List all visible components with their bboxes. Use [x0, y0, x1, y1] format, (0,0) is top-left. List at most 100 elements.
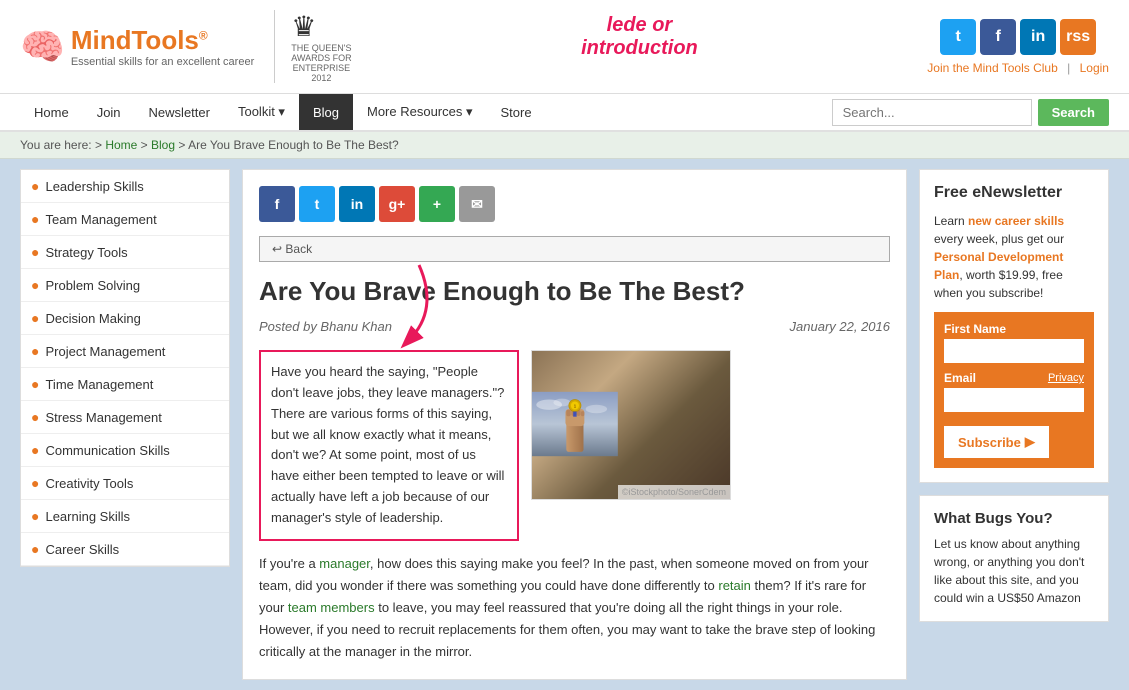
sidebar-item-leadership-skills[interactable]: ● Leadership Skills	[21, 170, 229, 203]
sidebar-label: Strategy Tools	[45, 245, 127, 260]
nav-blog[interactable]: Blog	[299, 94, 353, 130]
new-career-skills-link[interactable]: new career skills	[968, 214, 1064, 228]
sidebar-label: Project Management	[45, 344, 165, 359]
main-layout: ● Leadership Skills ● Team Management ● …	[0, 159, 1129, 690]
bullet-icon: ●	[31, 343, 39, 359]
privacy-link[interactable]: Privacy	[1048, 372, 1084, 384]
login-link[interactable]: Login	[1080, 61, 1109, 75]
logo-brand: MindTools®	[71, 25, 254, 56]
newsletter-form: First Name Email Privacy Subscribe ▶	[934, 312, 1094, 468]
whats-wrong-box: What Bugs You? Let us know about anythin…	[919, 495, 1109, 622]
breadcrumb-current: Are You Brave Enough to Be The Best?	[188, 138, 399, 152]
article-author: Posted by Bhanu Khan	[259, 319, 392, 334]
search-button[interactable]: Search	[1038, 99, 1109, 126]
rss-icon[interactable]: rss	[1060, 19, 1096, 55]
twitter-icon[interactable]: t	[940, 19, 976, 55]
sidebar-item-learning-skills[interactable]: ● Learning Skills	[21, 500, 229, 533]
sidebar-item-stress-management[interactable]: ● Stress Management	[21, 401, 229, 434]
sidebar-item-problem-solving[interactable]: ● Problem Solving	[21, 269, 229, 302]
sidebar-label: Team Management	[45, 212, 156, 227]
bullet-icon: ●	[31, 541, 39, 557]
email-input[interactable]	[944, 388, 1084, 412]
logo-mind: Mind	[71, 25, 132, 55]
article-title: Are You Brave Enough to Be The Best?	[259, 276, 890, 307]
first-name-input[interactable]	[944, 339, 1084, 363]
logo[interactable]: 🧠 MindTools® Essential skills for an exc…	[20, 25, 254, 68]
sidebar-item-communication-skills[interactable]: ● Communication Skills	[21, 434, 229, 467]
newsletter-box: Free eNewsletter Learn new career skills…	[919, 169, 1109, 483]
bullet-icon: ●	[31, 409, 39, 425]
site-header: 🧠 MindTools® Essential skills for an exc…	[0, 0, 1129, 94]
sidebar-label: Leadership Skills	[45, 179, 143, 194]
search-input[interactable]	[832, 99, 1032, 126]
whats-wrong-title: What Bugs You?	[934, 510, 1094, 527]
bullet-icon: ●	[31, 475, 39, 491]
manager-link[interactable]: manager	[319, 556, 370, 571]
sidebar-label: Learning Skills	[45, 509, 130, 524]
sidebar-label: Creativity Tools	[45, 476, 133, 491]
sidebar-label: Problem Solving	[45, 278, 140, 293]
logo-text: MindTools® Essential skills for an excel…	[71, 25, 254, 68]
annotation-text: lede orintroduction	[581, 14, 698, 60]
sidebar-item-decision-making[interactable]: ● Decision Making	[21, 302, 229, 335]
share-googleplus[interactable]: g+	[379, 186, 415, 222]
bullet-icon: ●	[31, 211, 39, 227]
right-column: Free eNewsletter Learn new career skills…	[919, 169, 1109, 680]
sidebar-item-team-management[interactable]: ● Team Management	[21, 203, 229, 236]
you-are-here-label: You are here:	[20, 138, 92, 152]
share-facebook[interactable]: f	[259, 186, 295, 222]
sidebar-item-creativity-tools[interactable]: ● Creativity Tools	[21, 467, 229, 500]
sidebar-item-time-management[interactable]: ● Time Management	[21, 368, 229, 401]
sidebar-item-career-skills[interactable]: ● Career Skills	[21, 533, 229, 566]
email-row: Email Privacy	[944, 371, 1084, 385]
linkedin-icon[interactable]: in	[1020, 19, 1056, 55]
nav-store[interactable]: Store	[487, 94, 546, 130]
nav-toolkit[interactable]: Toolkit ▾	[224, 94, 299, 130]
first-name-label: First Name	[944, 322, 1084, 336]
subscribe-button[interactable]: Subscribe ▶	[944, 426, 1049, 458]
lede-box: Have you heard the saying, "People don't…	[259, 350, 519, 540]
retain-link[interactable]: retain	[718, 578, 751, 593]
sidebar-label: Decision Making	[45, 311, 140, 326]
logo-tools: Tools	[131, 25, 198, 55]
breadcrumb-home[interactable]: Home	[105, 138, 137, 152]
team-link[interactable]: team members	[288, 600, 375, 615]
nav-newsletter[interactable]: Newsletter	[135, 94, 224, 130]
trademark: ®	[199, 28, 208, 42]
sidebar-label: Time Management	[45, 377, 153, 392]
nav-home[interactable]: Home	[20, 94, 83, 130]
back-button[interactable]: ↩ Back	[259, 236, 890, 262]
article-content: f t in g+ + ✉ ↩ Back Are You Brave Enoug…	[242, 169, 907, 680]
personal-dev-plan-link[interactable]: Personal Development Plan	[934, 250, 1063, 282]
newsletter-body: Learn new career skills every week, plus…	[934, 212, 1094, 302]
sidebar: ● Leadership Skills ● Team Management ● …	[20, 169, 230, 567]
logo-area: 🧠 MindTools® Essential skills for an exc…	[20, 10, 352, 83]
share-twitter[interactable]: t	[299, 186, 335, 222]
breadcrumb-blog[interactable]: Blog	[151, 138, 175, 152]
article-body: Have you heard the saying, "People don't…	[259, 350, 890, 540]
facebook-icon[interactable]: f	[980, 19, 1016, 55]
article-paragraph-2: If you're a manager, how does this sayin…	[259, 553, 890, 663]
article-date: January 22, 2016	[790, 319, 890, 334]
join-club-link[interactable]: Join the Mind Tools Club	[927, 61, 1058, 75]
brain-icon: 🧠	[20, 26, 65, 68]
nav-items: Home Join Newsletter Toolkit ▾ Blog More…	[20, 94, 546, 130]
hero-image-svg: 1	[532, 349, 618, 499]
queen-award: ♛ THE QUEEN'SAWARDS FORENTERPRISE2012	[274, 10, 351, 83]
image-credit: ©iStockphoto/SonerCdem	[618, 485, 730, 499]
whats-wrong-body: Let us know about anything wrong, or any…	[934, 535, 1094, 607]
share-linkedin[interactable]: in	[339, 186, 375, 222]
breadcrumb: You are here: > Home > Blog > Are You Br…	[0, 132, 1129, 159]
hero-image: 1 ©iStockphoto/SonerCdem	[531, 350, 731, 500]
sidebar-item-project-management[interactable]: ● Project Management	[21, 335, 229, 368]
email-label: Email	[944, 371, 976, 385]
share-email[interactable]: ✉	[459, 186, 495, 222]
nav-more-resources[interactable]: More Resources ▾	[353, 94, 487, 130]
bullet-icon: ●	[31, 310, 39, 326]
bullet-icon: ●	[31, 244, 39, 260]
main-nav: Home Join Newsletter Toolkit ▾ Blog More…	[0, 94, 1129, 132]
nav-join[interactable]: Join	[83, 94, 135, 130]
sidebar-item-strategy-tools[interactable]: ● Strategy Tools	[21, 236, 229, 269]
share-more[interactable]: +	[419, 186, 455, 222]
bullet-icon: ●	[31, 442, 39, 458]
